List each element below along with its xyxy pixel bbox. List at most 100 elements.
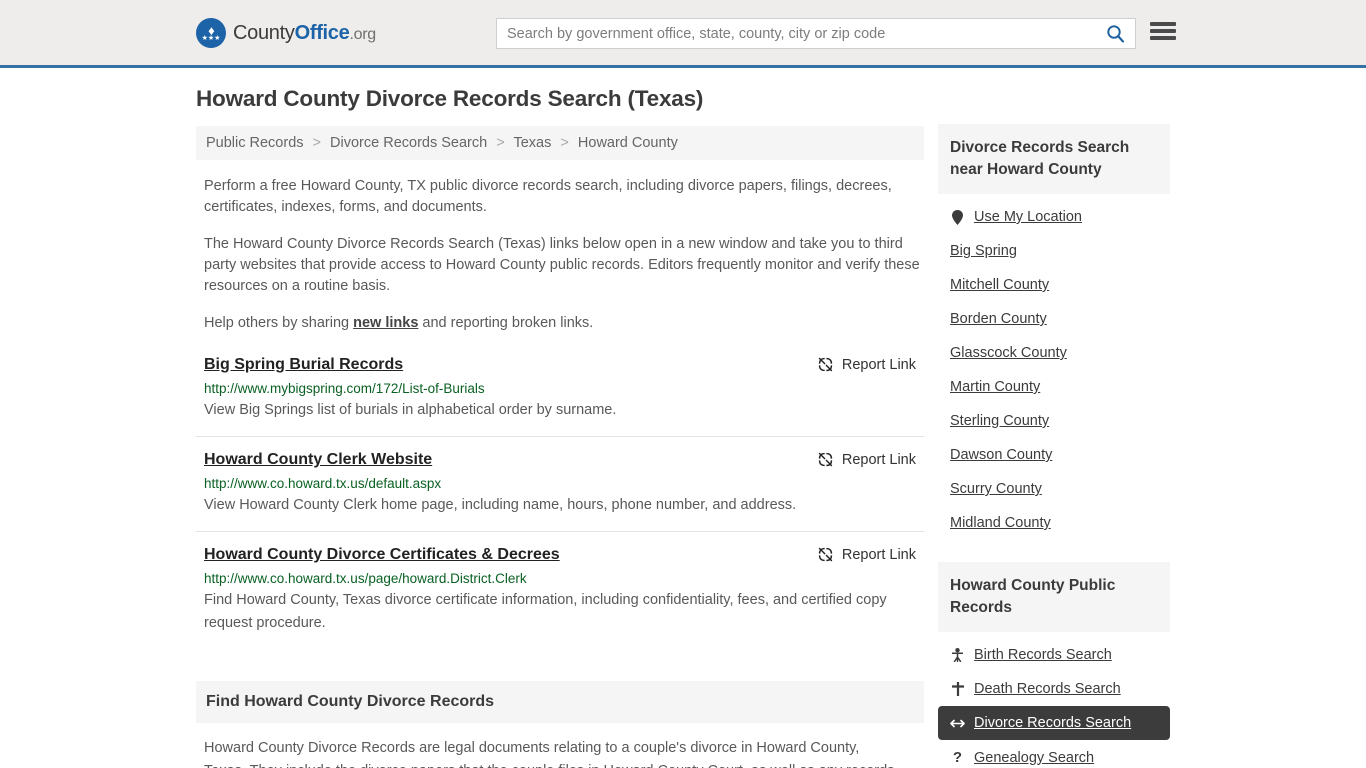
intro-paragraph-1: Perform a free Howard County, TX public … xyxy=(204,178,892,215)
sidebar-item-glasscock-county[interactable]: Glasscock County xyxy=(938,336,1170,370)
page-title: Howard County Divorce Records Search (Te… xyxy=(196,86,704,111)
result-item: Big Spring Burial Records Report Link ht… xyxy=(196,356,924,437)
list-item: Birth Records Search xyxy=(938,638,1170,672)
cross-icon xyxy=(950,682,965,696)
result-item: Howard County Clerk Website Report Link … xyxy=(196,437,924,532)
report-link-button[interactable]: Report Link xyxy=(817,451,916,468)
sidebar-item-birth-records-search[interactable]: Birth Records Search xyxy=(938,638,1170,672)
list-item: Dawson County xyxy=(938,438,1170,472)
logo-text-office: Office xyxy=(294,21,350,44)
sidebar-item-label: Big Spring xyxy=(950,243,1017,259)
info-panel-heading: Find Howard County Divorce Records xyxy=(196,681,924,723)
sidebar-item-label: Martin County xyxy=(950,379,1041,395)
intro-text: Perform a free Howard County, TX public … xyxy=(196,176,924,334)
site-header: ♦ ★★★ CountyOffice.org xyxy=(0,0,1366,68)
sidebar-item-borden-county[interactable]: Borden County xyxy=(938,302,1170,336)
sidebar-item-label: Birth Records Search xyxy=(974,647,1112,663)
sidebar-item-martin-county[interactable]: Martin County xyxy=(938,370,1170,404)
list-item: Glasscock County xyxy=(938,336,1170,370)
sidebar-item-genealogy-search[interactable]: ? Genealogy Search xyxy=(938,740,1170,768)
intro-paragraph-2: The Howard County Divorce Records Search… xyxy=(204,236,920,294)
result-description: View Big Springs list of burials in alph… xyxy=(204,402,617,418)
question-mark-icon: ? xyxy=(952,749,963,766)
sidebar-item-death-records-search[interactable]: Death Records Search xyxy=(938,672,1170,706)
list-item: Martin County xyxy=(938,370,1170,404)
new-links-link[interactable]: new links xyxy=(353,315,418,331)
share-text-before: Help others by sharing xyxy=(204,315,354,331)
sidebar-panel-public-records: Howard County Public Records Birth Recor… xyxy=(938,562,1170,768)
sidebar-item-dawson-county[interactable]: Dawson County xyxy=(938,438,1170,472)
sidebar-item-label: Use My Location xyxy=(974,209,1082,225)
sidebar: Divorce Records Search near Howard Count… xyxy=(938,124,1170,768)
sidebar-item-scurry-county[interactable]: Scurry County xyxy=(938,472,1170,506)
eagle-seal-icon: ♦ ★★★ xyxy=(196,18,226,48)
hamburger-bar xyxy=(1150,29,1176,33)
intro-paragraph-3: Help others by sharing new links and rep… xyxy=(204,313,920,334)
search-bar xyxy=(496,18,1136,49)
breadcrumb-item-public-records[interactable]: Public Records xyxy=(206,135,304,151)
sidebar-item-label: Midland County xyxy=(950,515,1051,531)
result-description: Find Howard County, Texas divorce certif… xyxy=(204,592,887,631)
sidebar-heading-public-records: Howard County Public Records xyxy=(938,562,1170,632)
sidebar-item-label: Glasscock County xyxy=(950,345,1067,361)
breadcrumb: Public Records > Divorce Records Search … xyxy=(196,126,924,160)
list-item: Scurry County xyxy=(938,472,1170,506)
search-icon xyxy=(1106,25,1124,43)
sidebar-item-label: Divorce Records Search xyxy=(974,715,1132,731)
map-pin-icon xyxy=(950,209,965,225)
result-list: Big Spring Burial Records Report Link ht… xyxy=(196,356,924,649)
report-link-button[interactable]: Report Link xyxy=(817,546,916,563)
sidebar-item-use-my-location[interactable]: Use My Location xyxy=(938,200,1170,234)
list-item: ? Genealogy Search xyxy=(938,740,1170,768)
broken-link-icon xyxy=(818,357,833,372)
list-item: Mitchell County xyxy=(938,268,1170,302)
report-link-label: Report Link xyxy=(841,356,916,373)
result-item: Howard County Divorce Certificates & Dec… xyxy=(196,532,924,649)
breadcrumb-item-texas[interactable]: Texas xyxy=(513,135,551,151)
result-title-link[interactable]: Howard County Divorce Certificates & Dec… xyxy=(204,546,560,564)
site-logo[interactable]: ♦ ★★★ CountyOffice.org xyxy=(196,18,376,48)
sidebar-item-midland-county[interactable]: Midland County xyxy=(938,506,1170,540)
search-input[interactable] xyxy=(497,19,1095,48)
list-item: Borden County xyxy=(938,302,1170,336)
broken-link-icon xyxy=(818,452,833,467)
sidebar-item-mitchell-county[interactable]: Mitchell County xyxy=(938,268,1170,302)
hamburger-menu-icon[interactable] xyxy=(1150,20,1176,42)
list-item: Use My Location xyxy=(938,200,1170,234)
result-url: http://www.mybigspring.com/172/List-of-B… xyxy=(204,381,485,396)
sidebar-item-big-spring[interactable]: Big Spring xyxy=(938,234,1170,268)
sidebar-item-label: Death Records Search xyxy=(974,681,1121,697)
share-text-after: and reporting broken links. xyxy=(418,315,594,331)
info-panel-body: Howard County Divorce Records are legal … xyxy=(204,740,894,768)
list-item: Death Records Search xyxy=(938,672,1170,706)
logo-text-org: .org xyxy=(349,25,376,43)
report-link-button[interactable]: Report Link xyxy=(817,356,916,373)
sidebar-heading-nearby: Divorce Records Search near Howard Count… xyxy=(938,124,1170,194)
main-content: Howard County Divorce Records Search (Te… xyxy=(196,86,924,768)
hamburger-bar xyxy=(1150,36,1176,40)
sidebar-item-label: Sterling County xyxy=(950,413,1050,429)
list-item: Big Spring xyxy=(938,234,1170,268)
list-item: Divorce Records Search xyxy=(938,706,1170,740)
result-title-link[interactable]: Howard County Clerk Website xyxy=(204,451,432,469)
sidebar-item-sterling-county[interactable]: Sterling County xyxy=(938,404,1170,438)
info-panel: Find Howard County Divorce Records Howar… xyxy=(196,681,924,768)
sidebar-list-public-records: Birth Records Search Death Records Searc… xyxy=(938,632,1170,768)
sidebar-item-label: Mitchell County xyxy=(950,277,1050,293)
search-button[interactable] xyxy=(1095,19,1135,48)
left-right-arrow-icon xyxy=(950,718,965,729)
breadcrumb-separator: > xyxy=(496,135,505,151)
report-link-label: Report Link xyxy=(841,451,916,468)
breadcrumb-separator: > xyxy=(560,135,569,151)
sidebar-item-label: Scurry County xyxy=(950,481,1042,497)
sidebar-list-nearby: Use My Location Big Spring Mitchell Coun… xyxy=(938,194,1170,540)
breadcrumb-item-divorce-records-search[interactable]: Divorce Records Search xyxy=(330,135,487,151)
sidebar-item-divorce-records-search[interactable]: Divorce Records Search xyxy=(938,706,1170,740)
breadcrumb-item-howard-county[interactable]: Howard County xyxy=(578,135,678,151)
logo-text-county: County xyxy=(233,21,295,44)
report-link-label: Report Link xyxy=(841,546,916,563)
breadcrumb-separator: > xyxy=(312,135,322,151)
result-title-link[interactable]: Big Spring Burial Records xyxy=(204,356,403,374)
list-item: Midland County xyxy=(938,506,1170,540)
sidebar-panel-nearby: Divorce Records Search near Howard Count… xyxy=(938,124,1170,540)
